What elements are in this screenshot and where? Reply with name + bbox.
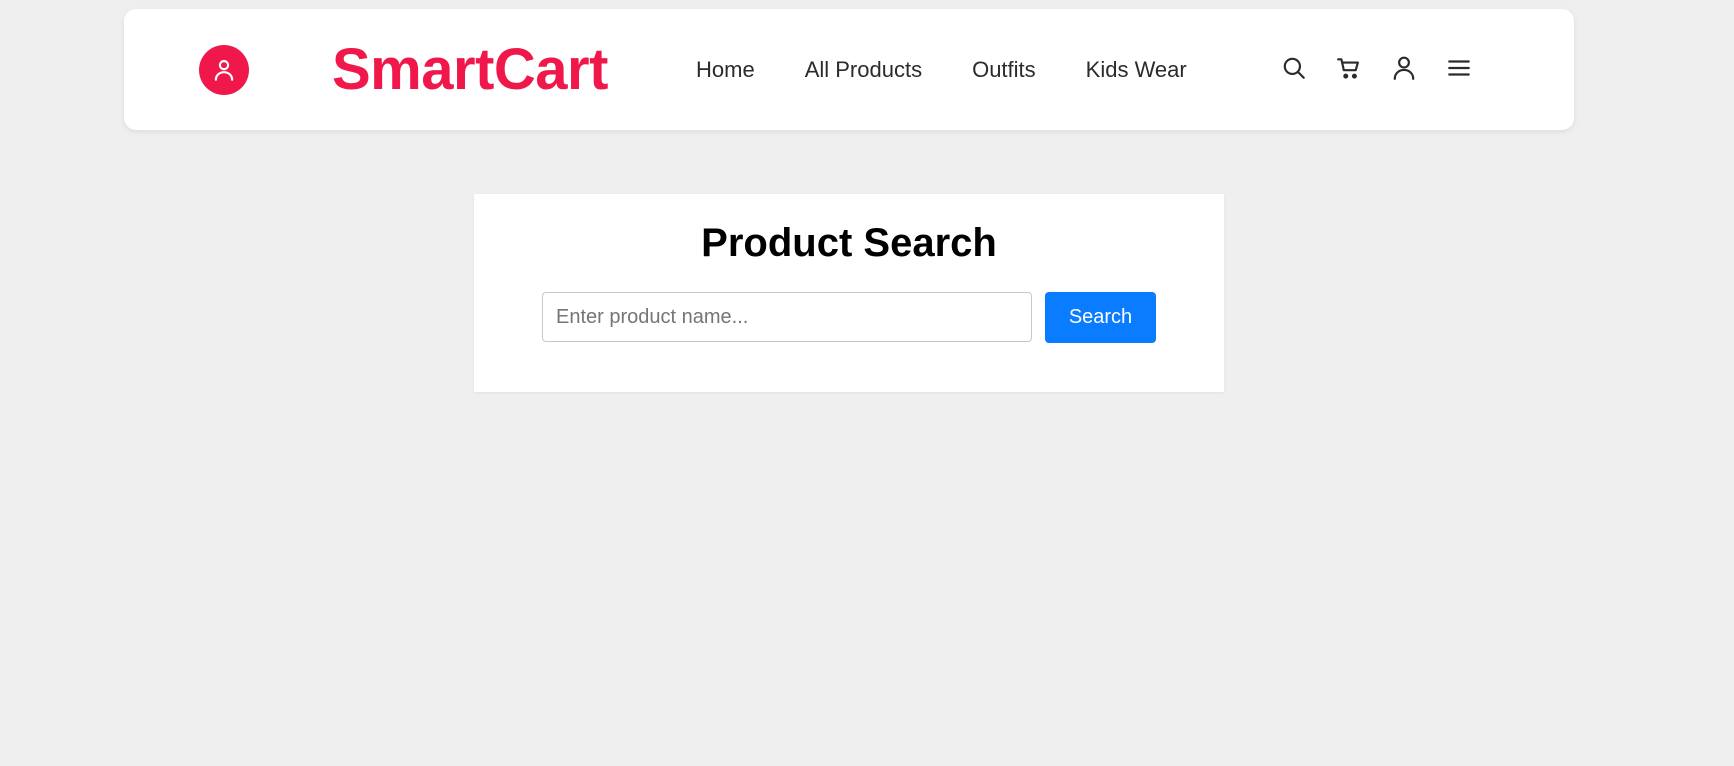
product-search-card: Product Search Search (474, 194, 1224, 392)
nav-item-outfits[interactable]: Outfits (972, 56, 1036, 84)
nav-item-home[interactable]: Home (696, 56, 755, 84)
user-icon[interactable] (1388, 52, 1420, 84)
nav-item-all-products[interactable]: All Products (805, 56, 922, 84)
search-button[interactable]: Search (1045, 292, 1156, 343)
nav-item-kids-wear[interactable]: Kids Wear (1086, 56, 1187, 84)
top-header: SmartCart Home All Products Outfits Kids… (124, 9, 1574, 130)
user-circle-icon[interactable] (199, 45, 249, 95)
page-title: Product Search (701, 221, 997, 265)
search-input[interactable] (542, 292, 1032, 342)
search-icon[interactable] (1278, 52, 1310, 84)
menu-icon[interactable] (1443, 52, 1475, 84)
brand-logo-text[interactable]: SmartCart (332, 39, 608, 101)
header-icon-group (1278, 52, 1475, 84)
cart-icon[interactable] (1333, 52, 1365, 84)
main-nav: Home All Products Outfits Kids Wear (696, 56, 1187, 84)
